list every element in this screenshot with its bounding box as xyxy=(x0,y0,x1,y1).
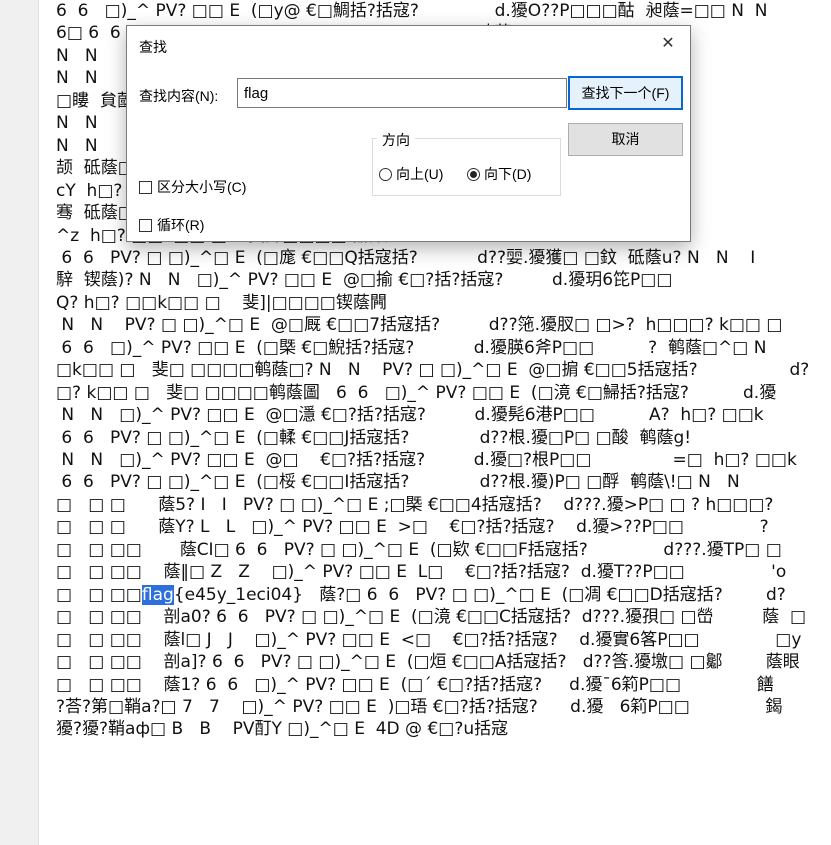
wrap-around-box[interactable] xyxy=(139,218,152,232)
editor-line: 6 6 PV? □ □)_^□ E (□庬 €□□Q括寇括? d??婯.獶獲□ … xyxy=(56,247,756,268)
editor-line: □? k□□ □ 斐□ □□□□鹌蔭圖 6 6 □)_^ PV? □□ E (□… xyxy=(56,382,777,403)
find-what-input[interactable] xyxy=(237,78,567,108)
editor-line: 6 6 PV? □ □)_^□ E (□桵 €□□I括寇括? d??根.獶)P□… xyxy=(56,472,740,493)
editor-line: □ □ □□ 蔭‖□ Z Z □)_^ PV? □□ E L□ €□?括?括寇?… xyxy=(56,562,787,583)
left-gutter xyxy=(0,0,39,845)
editor-line: 颉 砥蔭□ xyxy=(56,158,134,179)
editor-line: 6 6 PV? □ □)_^□ E (□輮 €□□J括寇括? d??根.獶□P□… xyxy=(56,427,692,448)
find-next-button[interactable]: 查找下一个(F) xyxy=(568,76,683,110)
editor-line: Q? h□? □□k□□ □ 斐]|□□□□锲蔭闁 xyxy=(56,292,387,313)
match-case-checkbox[interactable]: 区分大小写(C) xyxy=(139,177,246,197)
find-dialog: 查找 ✕ 查找内容(N): 查找下一个(F) 取消 方向 向上(U) 向下(D)… xyxy=(126,25,691,242)
search-match-highlight: flag xyxy=(141,584,174,605)
direction-down-radio[interactable]: 向下(D) xyxy=(467,164,531,184)
editor-line: □ □ □□ 剖a]? 6 6 PV? □ □)_^□ E (□烜 €□□A括寇… xyxy=(56,652,800,673)
editor-line: □ □ □ 蔭Y? L L □)_^ PV? □□ E >□ €□?括?括寇? … xyxy=(56,517,769,538)
close-icon[interactable]: ✕ xyxy=(656,32,680,56)
editor-line: N N □)_^ PV? □□ E @□濦 €□?括?括寇? d.獶髡6港P□□… xyxy=(56,405,764,426)
editor-line: □ □ □□flag{e45y_1eci04} 蔭?□ 6 6 PV? □ □)… xyxy=(56,584,786,606)
editor-line: □ □ □□ 蔭CI□ 6 6 PV? □ □)_^□ E (□欵 €□□F括寇… xyxy=(56,539,782,560)
direction-label: 方向 xyxy=(377,130,415,150)
direction-up-label: 向上(U) xyxy=(396,166,444,182)
editor-line: □ □ □□ 剖a0? 6 6 PV? □ □)_^□ E (□滰 €□□C括寇… xyxy=(56,607,807,628)
direction-up-radio[interactable]: 向上(U) xyxy=(379,164,443,184)
direction-down-label: 向下(D) xyxy=(484,166,532,182)
editor-line: ?荅?第□鞘a?□ 7 7 □)_^ PV? □□ E )□珸 €□?括?括寇?… xyxy=(56,696,783,717)
editor-line: 6 6 □)_^ PV? □□ E (□y@ €□鯛括?括寇? d.獶O??P□… xyxy=(56,1,768,21)
match-case-label: 区分大小写(C) xyxy=(157,179,247,195)
editor-line: 騂 锲蔭)? N N □)_^ PV? □□ E @□揄 €□?括?括寇? d.… xyxy=(56,270,673,291)
editor-line: N N □)_^ PV? □□ E @□ €□?括?括寇? d.獶□?根P□□ … xyxy=(56,450,797,470)
highlight-line-suffix: {e45y_1eci04} 蔭?□ 6 6 PV? □ □)_^□ E (□凋 … xyxy=(173,584,786,605)
highlight-line-prefix: □ □ □□ xyxy=(56,584,142,605)
editor-line: □k□□ □ 斐□ □□□□鹌蔭□? N N PV? □ □)_^□ E @□掮… xyxy=(56,360,810,381)
editor-line: □ □ □□ 蔭1? 6 6 □)_^ PV? □□ E (□´ €□?括?括寇… xyxy=(56,674,774,695)
editor-line: 獶?獶?鞘aф□ B B PV酊Y □)_^□ E 4D @ €□?u括寇 xyxy=(56,719,509,740)
find-what-label: 查找内容(N): xyxy=(139,88,219,104)
wrap-around-label: 循环(R) xyxy=(157,217,205,233)
dialog-title: 查找 xyxy=(139,39,167,55)
radio-up-indicator[interactable] xyxy=(379,167,392,181)
editor-line: □ □ □ 蔭5? I I PV? □ □)_^□ E ;□槩 €□□4括寇括?… xyxy=(56,494,774,515)
editor-line: □ □ □□ 蔭l□ J J □)_^ PV? □□ E <□ €□?括?括寇?… xyxy=(56,629,802,650)
radio-down-indicator[interactable] xyxy=(467,167,480,181)
editor-line: □瞜 貟蔮 xyxy=(56,90,134,111)
cancel-button[interactable]: 取消 xyxy=(568,123,683,156)
wrap-around-checkbox[interactable]: 循环(R) xyxy=(139,215,204,235)
editor-line: N N PV? □ □)_^□ E @□厩 €□□7括寇括? d??筂.獶肞□ … xyxy=(56,315,783,336)
match-case-box[interactable] xyxy=(139,180,152,194)
editor-line: 6 6 □)_^ PV? □□ E (□槩 €□鯢括?括寇? d.獶朠6斧P□□… xyxy=(56,337,767,358)
